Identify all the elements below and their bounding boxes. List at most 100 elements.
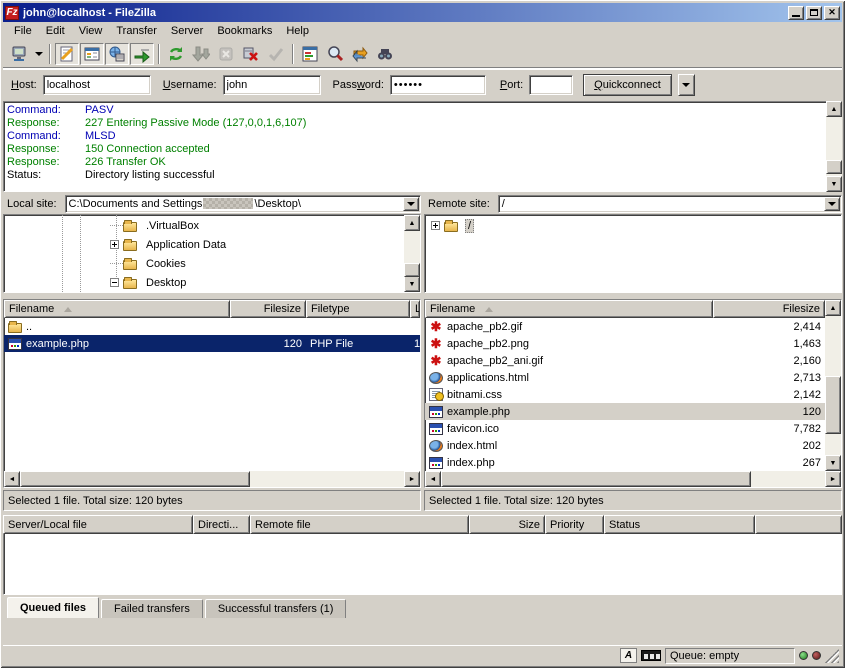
maximize-button[interactable] xyxy=(806,6,822,20)
combo-dropdown-button[interactable] xyxy=(403,197,419,211)
scroll-right-button[interactable]: ► xyxy=(404,471,420,487)
scroll-up-button[interactable]: ▲ xyxy=(404,215,420,231)
file-row[interactable]: .. xyxy=(4,318,420,335)
menu-server[interactable]: Server xyxy=(164,23,210,39)
speed-limits-icon[interactable] xyxy=(641,650,661,661)
file-row-selected[interactable]: example.php 120 PHP File 1 xyxy=(4,335,420,352)
quickconnect-button[interactable]: Quickconnect xyxy=(583,74,672,96)
horizontal-splitter[interactable] xyxy=(3,293,6,296)
column-header-size[interactable]: Size xyxy=(469,515,545,534)
file-row[interactable]: index.php 267 xyxy=(425,454,825,471)
scrollbar-thumb[interactable] xyxy=(441,471,751,487)
column-header-filetype[interactable]: Filetype xyxy=(306,300,410,318)
column-header-priority[interactable]: Priority xyxy=(545,515,604,534)
app-icon[interactable]: Fz xyxy=(5,6,19,20)
log-scrollbar[interactable]: ▲ ▼ xyxy=(826,101,842,192)
file-row[interactable]: index.html 202 xyxy=(425,437,825,454)
column-header-filename[interactable]: Filename xyxy=(4,300,230,318)
remote-site-combo[interactable]: / xyxy=(498,195,842,213)
close-icon: ✕ xyxy=(828,7,836,18)
tree-item[interactable]: Application Data xyxy=(4,235,404,254)
expand-icon[interactable] xyxy=(110,240,119,249)
refresh-button[interactable] xyxy=(164,43,188,65)
scroll-up-button[interactable]: ▲ xyxy=(826,101,842,117)
local-site-combo[interactable]: C:\Documents and Settings\Desktop\ xyxy=(65,195,421,213)
menu-view[interactable]: View xyxy=(72,23,110,39)
remote-list-hscrollbar[interactable]: ◄ ► xyxy=(425,471,841,487)
scroll-left-button[interactable]: ◄ xyxy=(4,471,20,487)
scrollbar-thumb[interactable] xyxy=(404,263,420,277)
site-manager-dropdown-button[interactable] xyxy=(32,43,45,65)
toggle-local-tree-button[interactable] xyxy=(80,43,104,65)
queue-list[interactable] xyxy=(3,534,842,595)
tab-successful-transfers[interactable]: Successful transfers (1) xyxy=(205,599,347,618)
site-manager-button[interactable] xyxy=(7,43,31,65)
local-directory-tree[interactable]: .VirtualBox Application Data Cookies xyxy=(4,215,404,292)
close-button[interactable]: ✕ xyxy=(824,6,840,20)
column-header-status[interactable]: Status xyxy=(604,515,755,534)
reconnect-button[interactable] xyxy=(264,43,288,65)
file-row-selected[interactable]: example.php 120 xyxy=(425,403,825,420)
column-header-remote-file[interactable]: Remote file xyxy=(250,515,469,534)
column-header-filename[interactable]: Filename xyxy=(425,300,713,318)
disconnect-button[interactable] xyxy=(239,43,263,65)
local-list-hscrollbar[interactable]: ◄ ► xyxy=(4,471,420,487)
expand-icon[interactable] xyxy=(431,221,440,230)
file-row[interactable]: apache_pb2_ani.gif 2,160 xyxy=(425,352,825,369)
refresh-icon xyxy=(167,45,185,63)
find-files-button[interactable] xyxy=(373,43,397,65)
collapse-icon[interactable] xyxy=(110,278,119,287)
tree-item[interactable]: / xyxy=(425,216,841,235)
scroll-up-button[interactable]: ▲ xyxy=(825,300,841,316)
scroll-down-button[interactable]: ▼ xyxy=(825,455,841,471)
cancel-operation-button[interactable] xyxy=(214,43,238,65)
transfer-type-indicator[interactable]: A xyxy=(620,648,637,663)
titlebar[interactable]: Fz john@localhost - FileZilla ✕ xyxy=(3,3,842,22)
scrollbar-thumb[interactable] xyxy=(20,471,250,487)
tab-queued-files[interactable]: Queued files xyxy=(7,597,99,618)
column-header-filesize[interactable]: Filesize xyxy=(713,300,825,318)
remote-list-scrollbar[interactable]: ▲ ▼ xyxy=(825,300,841,471)
scrollbar-thumb[interactable] xyxy=(826,160,842,174)
file-row[interactable]: bitnami.css 2,142 xyxy=(425,386,825,403)
column-header-filesize[interactable]: Filesize xyxy=(230,300,306,318)
tab-failed-transfers[interactable]: Failed transfers xyxy=(101,599,203,618)
username-input[interactable] xyxy=(223,75,321,95)
toggle-message-log-button[interactable] xyxy=(55,43,79,65)
menu-transfer[interactable]: Transfer xyxy=(109,23,164,39)
file-row[interactable]: applications.html 2,713 xyxy=(425,369,825,386)
remote-directory-tree[interactable]: / xyxy=(425,215,841,292)
menu-edit[interactable]: Edit xyxy=(39,23,72,39)
column-header-server-local-file[interactable]: Server/Local file xyxy=(3,515,193,534)
resize-grip[interactable] xyxy=(825,649,839,663)
host-input[interactable] xyxy=(43,75,151,95)
tree-item[interactable]: Desktop xyxy=(4,273,404,292)
password-input[interactable] xyxy=(390,75,486,95)
menu-bookmarks[interactable]: Bookmarks xyxy=(210,23,279,39)
scroll-down-button[interactable]: ▼ xyxy=(404,276,420,292)
local-tree-scrollbar[interactable]: ▲ ▼ xyxy=(404,215,420,292)
port-input[interactable] xyxy=(529,75,573,95)
directory-filters-button[interactable] xyxy=(298,43,322,65)
directory-comparison-button[interactable] xyxy=(323,43,347,65)
tree-item[interactable]: .VirtualBox xyxy=(4,216,404,235)
file-row[interactable]: apache_pb2.png 1,463 xyxy=(425,335,825,352)
scroll-right-button[interactable]: ► xyxy=(825,471,841,487)
minimize-button[interactable] xyxy=(788,6,804,20)
menu-file[interactable]: File xyxy=(7,23,39,39)
column-header-lastmodified[interactable]: L xyxy=(410,300,420,318)
scroll-down-button[interactable]: ▼ xyxy=(826,176,842,192)
quickconnect-dropdown-button[interactable] xyxy=(678,74,695,96)
scroll-left-button[interactable]: ◄ xyxy=(425,471,441,487)
file-row[interactable]: apache_pb2.gif 2,414 xyxy=(425,318,825,335)
synchronized-browsing-button[interactable] xyxy=(348,43,372,65)
column-header-direction[interactable]: Directi... xyxy=(193,515,250,534)
toggle-transfer-queue-button[interactable] xyxy=(130,43,154,65)
menu-help[interactable]: Help xyxy=(279,23,316,39)
scrollbar-thumb[interactable] xyxy=(825,376,841,434)
process-queue-button[interactable] xyxy=(189,43,213,65)
file-row[interactable]: favicon.ico 7,782 xyxy=(425,420,825,437)
combo-dropdown-button[interactable] xyxy=(824,197,840,211)
tree-item[interactable]: Cookies xyxy=(4,254,404,273)
toggle-remote-tree-button[interactable] xyxy=(105,43,129,65)
